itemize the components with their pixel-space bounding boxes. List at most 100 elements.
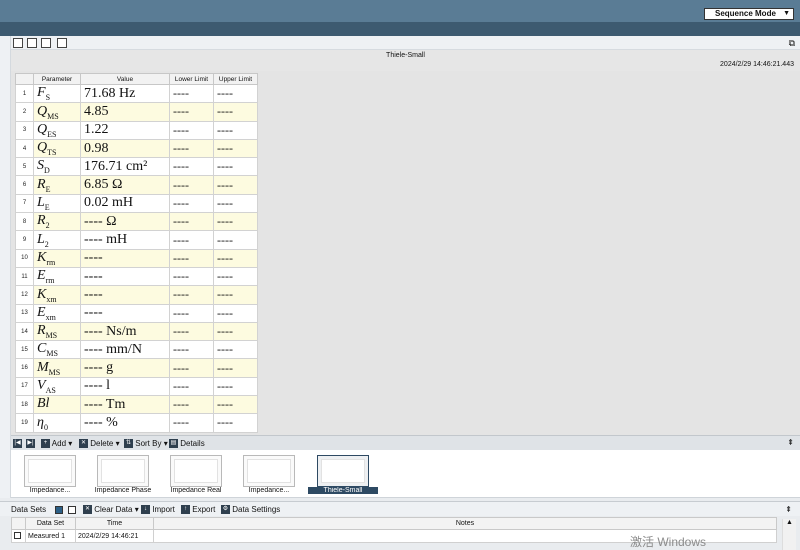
row-number: 9 — [15, 230, 34, 250]
delete-button[interactable]: ✕ Delete ▾ — [79, 438, 120, 449]
lower-limit[interactable]: ---- — [169, 212, 214, 232]
table-row[interactable]: 1 FS 71.68 Hz ---- ---- — [15, 83, 258, 104]
sort-by-button[interactable]: ⇅ Sort By ▾ — [124, 438, 168, 449]
table-row[interactable]: 5 SD 176.71 cm² ---- ---- — [15, 157, 258, 177]
table-row[interactable]: 11 Erm ---- ---- ---- — [15, 266, 258, 287]
lower-limit[interactable]: ---- — [169, 266, 214, 287]
table-row[interactable]: 8 R2 ---- Ω ---- ---- — [15, 212, 258, 232]
data-settings-button[interactable]: ⚙ Data Settings — [221, 504, 280, 515]
column-header[interactable]: Time — [75, 517, 154, 530]
first-record-button[interactable]: |◀ — [13, 438, 22, 449]
upper-limit[interactable]: ---- — [213, 175, 258, 195]
lower-limit[interactable]: ---- — [169, 303, 214, 323]
lower-limit[interactable]: ---- — [169, 83, 214, 104]
open-icon[interactable] — [27, 38, 37, 48]
column-header[interactable]: Data Set — [25, 517, 76, 530]
lower-limit[interactable]: ---- — [169, 358, 214, 378]
upper-limit[interactable]: ---- — [213, 120, 258, 140]
upper-limit[interactable]: ---- — [213, 157, 258, 177]
thumbnail-label: Impedance... — [29, 487, 71, 494]
details-button[interactable]: ▤ Details — [169, 438, 205, 449]
column-header[interactable]: Parameter — [33, 73, 81, 85]
lower-limit[interactable]: ---- — [169, 120, 214, 140]
save-icon[interactable] — [13, 38, 23, 48]
upper-limit[interactable]: ---- — [213, 248, 258, 268]
lower-limit[interactable]: ---- — [169, 230, 214, 250]
table-row[interactable]: 16 MMS ---- g ---- ---- — [15, 358, 258, 378]
thumbnail-impedance-real[interactable] — [170, 455, 222, 487]
column-header[interactable]: Upper Limit — [213, 73, 258, 85]
row-checkbox[interactable] — [11, 529, 26, 543]
table-row[interactable]: 17 VAS ---- l ---- ---- — [15, 376, 258, 397]
row-number: 6 — [15, 175, 34, 195]
table-row[interactable]: 3 QES 1.22 ---- ---- — [15, 120, 258, 140]
lower-limit[interactable]: ---- — [169, 193, 214, 214]
column-header[interactable]: Lower Limit — [169, 73, 214, 85]
lower-limit[interactable]: ---- — [169, 175, 214, 195]
print-icon[interactable] — [41, 38, 51, 48]
table-row[interactable]: 12 Kxm ---- ---- ---- — [15, 285, 258, 305]
upper-limit[interactable]: ---- — [213, 376, 258, 397]
import-button[interactable]: ↓ Import — [141, 504, 175, 515]
upper-limit[interactable]: ---- — [213, 83, 258, 104]
lower-limit[interactable]: ---- — [169, 138, 214, 159]
export-button[interactable]: ↑ Export — [181, 504, 215, 515]
upper-limit[interactable]: ---- — [213, 102, 258, 122]
last-record-button[interactable]: ▶| — [26, 438, 35, 449]
parameter-value: 6.85 Ω — [80, 175, 170, 195]
upper-limit[interactable]: ---- — [213, 321, 258, 342]
upper-limit[interactable]: ---- — [213, 340, 258, 360]
upper-limit[interactable]: ---- — [213, 358, 258, 378]
column-header[interactable]: Value — [80, 73, 170, 85]
row-number: 11 — [15, 266, 34, 287]
popout-icon[interactable]: ⧉ — [789, 38, 795, 49]
collapse-icon[interactable]: ⇞ — [787, 438, 794, 447]
lower-limit[interactable]: ---- — [169, 413, 214, 433]
select-all-checkbox[interactable] — [55, 504, 63, 515]
table-row[interactable]: 4 QTS 0.98 ---- ---- — [15, 138, 258, 159]
upper-limit[interactable]: ---- — [213, 193, 258, 214]
table-row[interactable]: 14 RMS ---- Ns/m ---- ---- — [15, 321, 258, 342]
thumbnail-thiele-small[interactable] — [317, 455, 369, 487]
table-row[interactable]: 15 CMS ---- mm/N ---- ---- — [15, 340, 258, 360]
lower-limit[interactable]: ---- — [169, 285, 214, 305]
deselect-all-checkbox[interactable] — [68, 504, 76, 515]
upper-limit[interactable]: ---- — [213, 212, 258, 232]
parameter-symbol: R — [37, 213, 46, 229]
thumbnail-impedance-2[interactable] — [243, 455, 295, 487]
lower-limit[interactable]: ---- — [169, 157, 214, 177]
lower-limit[interactable]: ---- — [169, 340, 214, 360]
lower-limit[interactable]: ---- — [169, 395, 214, 415]
lower-limit[interactable]: ---- — [169, 102, 214, 122]
table-row[interactable]: 19 η0 ---- % ---- ---- — [15, 413, 258, 433]
upper-limit[interactable]: ---- — [213, 395, 258, 415]
sequence-mode-dropdown[interactable]: Sequence Mode ▼ — [704, 8, 794, 20]
lower-limit[interactable]: ---- — [169, 321, 214, 342]
upper-limit[interactable]: ---- — [213, 138, 258, 159]
upper-limit[interactable]: ---- — [213, 303, 258, 323]
table-row[interactable]: 7 LE 0.02 mH ---- ---- — [15, 193, 258, 214]
thumbnail-impedance-phase[interactable] — [97, 455, 149, 487]
collapse-icon[interactable]: ⇞ — [785, 504, 792, 515]
lower-limit[interactable]: ---- — [169, 248, 214, 268]
column-header[interactable]: Notes — [153, 517, 777, 530]
table-row[interactable]: 9 L2 ---- mH ---- ---- — [15, 230, 258, 250]
table-row[interactable]: 2 QMS 4.85 ---- ---- — [15, 102, 258, 122]
table-row[interactable]: 10 Krm ---- ---- ---- — [15, 248, 258, 268]
table-row[interactable]: 18 Bl ---- Tm ---- ---- — [15, 395, 258, 415]
table-icon[interactable] — [57, 38, 67, 48]
table-row[interactable]: 6 RE 6.85 Ω ---- ---- — [15, 175, 258, 195]
upper-limit[interactable]: ---- — [213, 230, 258, 250]
lower-limit[interactable]: ---- — [169, 376, 214, 397]
row-number: 3 — [15, 120, 34, 140]
clear-data-button[interactable]: ✕ Clear Data ▾ — [83, 504, 139, 515]
add-label: Add — [51, 439, 67, 448]
upper-limit[interactable]: ---- — [213, 266, 258, 287]
add-button[interactable]: + Add ▾ — [41, 438, 72, 449]
thumbnail-impedance[interactable] — [24, 455, 76, 487]
upper-limit[interactable]: ---- — [213, 285, 258, 305]
export-icon: ↑ — [181, 505, 190, 515]
table-row[interactable]: 13 Exm ---- ---- ---- — [15, 303, 258, 323]
scrollbar[interactable]: ▲ — [782, 519, 796, 550]
upper-limit[interactable]: ---- — [213, 413, 258, 433]
